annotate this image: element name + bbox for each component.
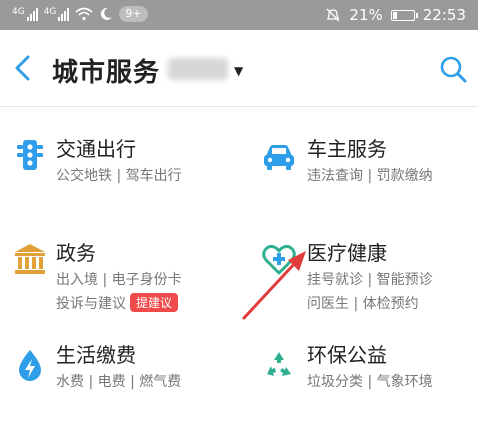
annotation-arrow xyxy=(242,251,306,320)
